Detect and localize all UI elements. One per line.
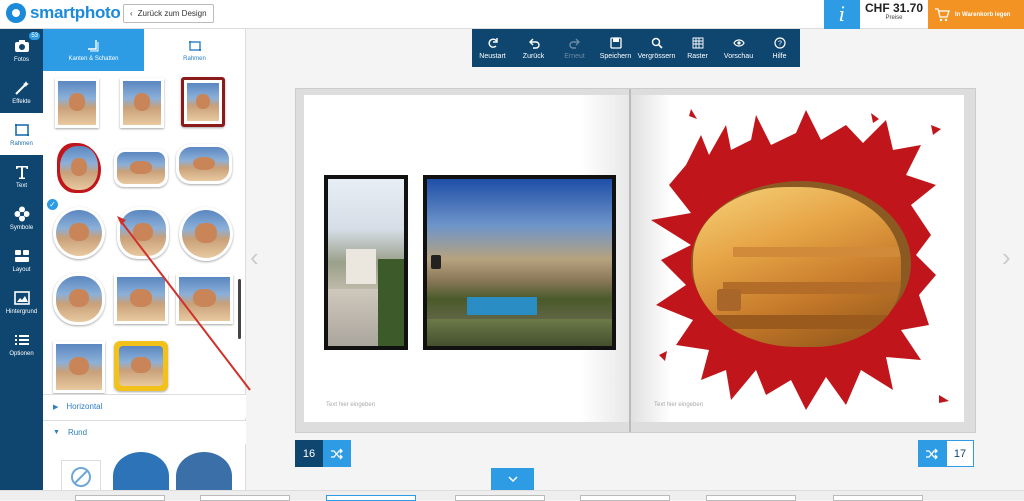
editor-toolbar: Neustart Zurück Erneut Speichern Vergrös… <box>472 29 800 67</box>
save-button[interactable]: Speichern <box>595 29 636 67</box>
undo-button[interactable]: Zurück <box>513 29 554 67</box>
svg-text:?: ? <box>778 40 782 47</box>
chevron-down-icon <box>507 476 518 482</box>
photo-frame-narrow[interactable] <box>324 175 408 350</box>
left-page-text-placeholder[interactable]: Text hier eingeben <box>326 402 375 408</box>
zoom-icon <box>651 37 663 49</box>
previous-page-arrow[interactable]: ‹ <box>250 242 259 273</box>
tool-label: Zurück <box>522 52 545 60</box>
tool-label: Vorschau <box>723 52 754 60</box>
photo-pool <box>467 297 537 315</box>
right-page-text-placeholder[interactable]: Text hier eingeben <box>654 402 703 408</box>
page-thumbnail[interactable] <box>706 495 796 501</box>
photo-house-walkway <box>346 249 376 284</box>
help-button[interactable]: ? Hilfe <box>759 29 800 67</box>
undo-icon <box>528 38 540 49</box>
save-icon <box>609 36 622 49</box>
tool-label: Erneut <box>564 52 585 60</box>
tool-label: Raster <box>687 52 708 60</box>
refresh-icon <box>487 37 498 48</box>
page-strip <box>0 490 1024 501</box>
shuffle-icon <box>331 448 343 459</box>
help-icon: ? <box>773 36 786 49</box>
shuffle-left-button[interactable] <box>323 440 351 467</box>
grid-button[interactable]: Raster <box>677 29 718 67</box>
shuffle-right-button[interactable] <box>918 440 946 467</box>
left-page-number: 16 <box>295 440 323 467</box>
photo-frame-wide[interactable] <box>423 175 616 350</box>
page-thumbnail[interactable] <box>200 495 290 501</box>
photo-sauna <box>693 187 901 347</box>
redo-button[interactable]: Erneut <box>554 29 595 67</box>
restart-button[interactable]: Neustart <box>472 29 513 67</box>
tool-label: Hilfe <box>772 52 787 60</box>
page-thumbnail[interactable] <box>833 495 923 501</box>
page-thumbnail-active[interactable] <box>326 495 416 501</box>
eye-icon <box>732 38 745 47</box>
preview-button[interactable]: Vorschau <box>718 29 759 67</box>
page-thumbnail[interactable] <box>580 495 670 501</box>
left-page-indicator: 16 <box>295 440 351 467</box>
grid-icon <box>692 37 703 48</box>
expand-pages-button[interactable] <box>491 468 534 490</box>
redo-icon <box>568 38 580 49</box>
page-thumbnail[interactable] <box>455 495 545 501</box>
tool-label: Speichern <box>599 52 632 60</box>
left-page[interactable]: Text hier eingeben <box>304 95 629 422</box>
tool-label: Neustart <box>479 52 506 60</box>
shuffle-icon <box>926 448 938 459</box>
right-page-number: 17 <box>946 440 974 467</box>
zoom-button[interactable]: Vergrössern <box>636 29 677 67</box>
page-thumbnail[interactable] <box>75 495 165 501</box>
right-page-indicator: 17 <box>918 440 974 467</box>
photo-book-spread: Text hier eingeben Text hier eingeben <box>295 88 976 433</box>
next-page-arrow[interactable]: › <box>1002 242 1011 273</box>
right-page[interactable]: Text hier eingeben <box>631 95 964 422</box>
tool-label: Vergrössern <box>637 52 676 60</box>
